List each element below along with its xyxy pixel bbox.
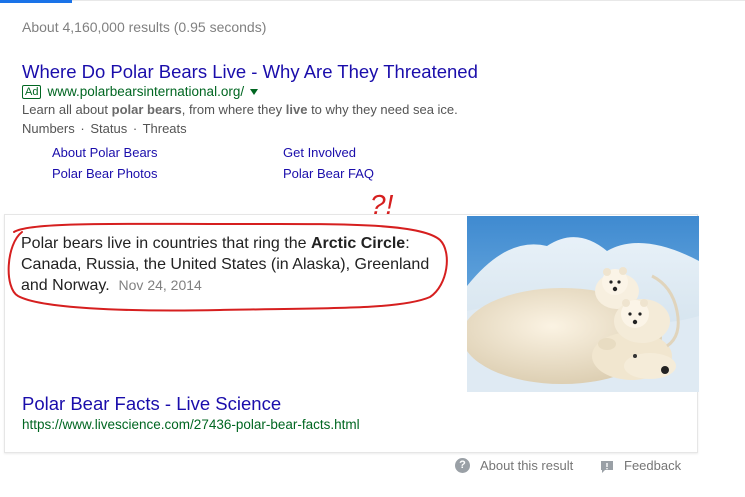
sitelink-polar-bear-faq[interactable]: Polar Bear FAQ — [283, 166, 374, 181]
about-this-result-label: About this result — [480, 458, 574, 473]
result-stats: About 4,160,000 results (0.95 seconds) — [22, 19, 267, 35]
polar-bear-photo — [467, 216, 699, 392]
ad-desc-text: , from where they — [181, 102, 286, 117]
ad-title-link[interactable]: Where Do Polar Bears Live - Why Are They… — [22, 61, 478, 83]
feedback-label: Feedback — [624, 458, 682, 473]
separator: · — [80, 121, 85, 136]
ad-extension-threats: Threats — [142, 121, 187, 136]
caret-down-icon[interactable] — [250, 88, 259, 95]
ad-display-url: www.polarbearsinternational.org/ — [47, 84, 245, 99]
ad-extension-status: Status — [90, 121, 128, 136]
separator: · — [132, 121, 138, 136]
polar-bear-image[interactable] — [467, 216, 699, 392]
help-circle-icon: ? — [455, 458, 470, 473]
feedback-icon — [600, 460, 614, 473]
result-url: https://www.livescience.com/27436-polar-… — [22, 417, 360, 432]
ad-desc-text: to why they need sea ice. — [307, 102, 458, 117]
ad-extension-numbers: Numbers — [22, 121, 75, 136]
featured-snippet-answer: Polar bears live in countries that ring … — [21, 233, 451, 296]
sitelink-get-involved[interactable]: Get Involved — [283, 145, 356, 160]
snippet-text: Polar bears live in countries that ring … — [21, 235, 311, 252]
sitelink-polar-bear-photos[interactable]: Polar Bear Photos — [52, 166, 158, 181]
ad-url-line: Ad www.polarbearsinternational.org/ — [22, 84, 259, 99]
ad-desc-bold: live — [285, 102, 308, 117]
ad-desc-bold: polar bears — [111, 102, 182, 117]
ad-description: Learn all about polar bears, from where … — [22, 102, 458, 117]
result-title-link[interactable]: Polar Bear Facts - Live Science — [22, 393, 281, 415]
feedback-button[interactable]: Feedback — [600, 458, 681, 473]
sitelink-about-polar-bears[interactable]: About Polar Bears — [52, 145, 158, 160]
snippet-date: Nov 24, 2014 — [118, 277, 202, 293]
about-this-result[interactable]: ? About this result — [455, 458, 573, 473]
ad-badge: Ad — [22, 84, 42, 99]
top-divider — [0, 0, 745, 1]
active-tab-indicator — [0, 0, 72, 3]
snippet-bold: Arctic Circle — [310, 235, 406, 252]
ad-desc-text: Learn all about — [22, 102, 112, 117]
ad-extensions: Numbers · Status · Threats — [22, 121, 187, 136]
